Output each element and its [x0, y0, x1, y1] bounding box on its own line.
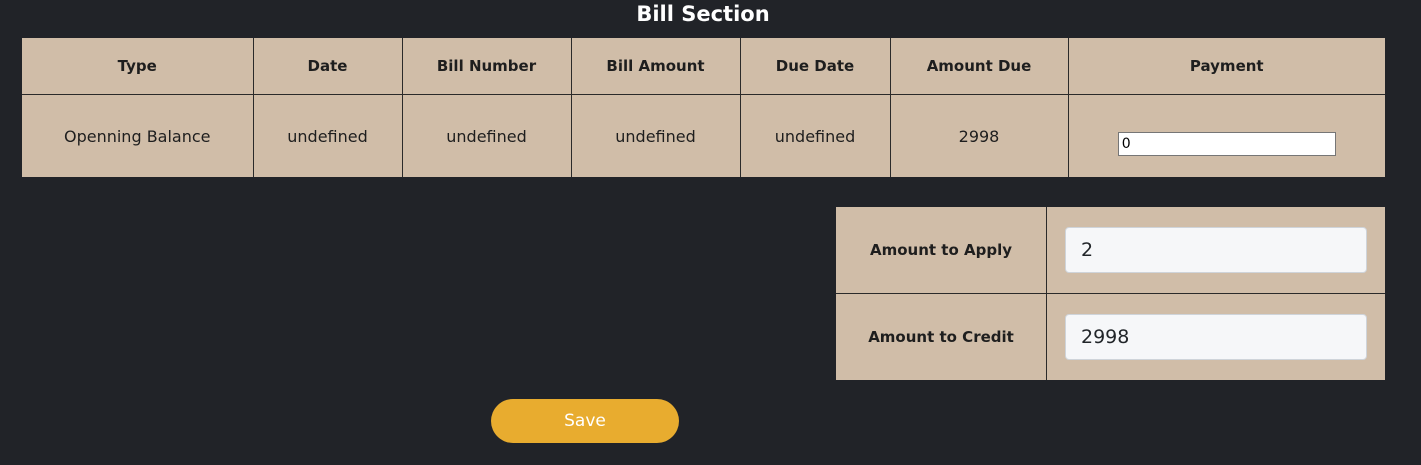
cell-bill-amount: undefined [570, 94, 741, 177]
amount-to-apply-input[interactable] [1065, 227, 1367, 273]
column-header-date: Date [252, 38, 403, 95]
column-header-type: Type [22, 38, 254, 95]
cell-due-date: undefined [739, 94, 891, 177]
cell-payment [1067, 94, 1385, 177]
column-header-due-date: Due Date [739, 38, 891, 95]
amount-to-credit-cell [1046, 293, 1385, 380]
amount-to-apply-row: Amount to Apply [836, 207, 1385, 294]
save-button[interactable]: Save [491, 399, 679, 443]
payment-input[interactable] [1117, 132, 1336, 156]
amount-summary-table: Amount to Apply Amount to Credit [836, 207, 1385, 380]
column-header-amount-due: Amount Due [889, 38, 1069, 95]
bill-section-page: Bill Section Type Date Bill Number Bill … [0, 0, 1421, 465]
cell-date: undefined [252, 94, 403, 177]
cell-amount-due: 2998 [889, 94, 1069, 177]
column-header-payment: Payment [1067, 38, 1385, 95]
column-header-bill-number: Bill Number [401, 38, 572, 95]
column-header-bill-amount: Bill Amount [570, 38, 741, 95]
table-row: Openning Balance undefined undefined und… [22, 94, 1385, 177]
section-title: Bill Section [636, 2, 770, 26]
cell-bill-number: undefined [401, 94, 572, 177]
amount-to-credit-input[interactable] [1065, 314, 1367, 360]
cell-type: Openning Balance [22, 94, 254, 177]
amount-to-credit-row: Amount to Credit [836, 293, 1385, 380]
amount-to-apply-label: Amount to Apply [836, 207, 1047, 294]
bill-table-header-row: Type Date Bill Number Bill Amount Due Da… [22, 38, 1385, 95]
amount-to-apply-cell [1046, 207, 1385, 294]
bill-table: Type Date Bill Number Bill Amount Due Da… [22, 38, 1385, 177]
amount-to-credit-label: Amount to Credit [836, 293, 1047, 380]
